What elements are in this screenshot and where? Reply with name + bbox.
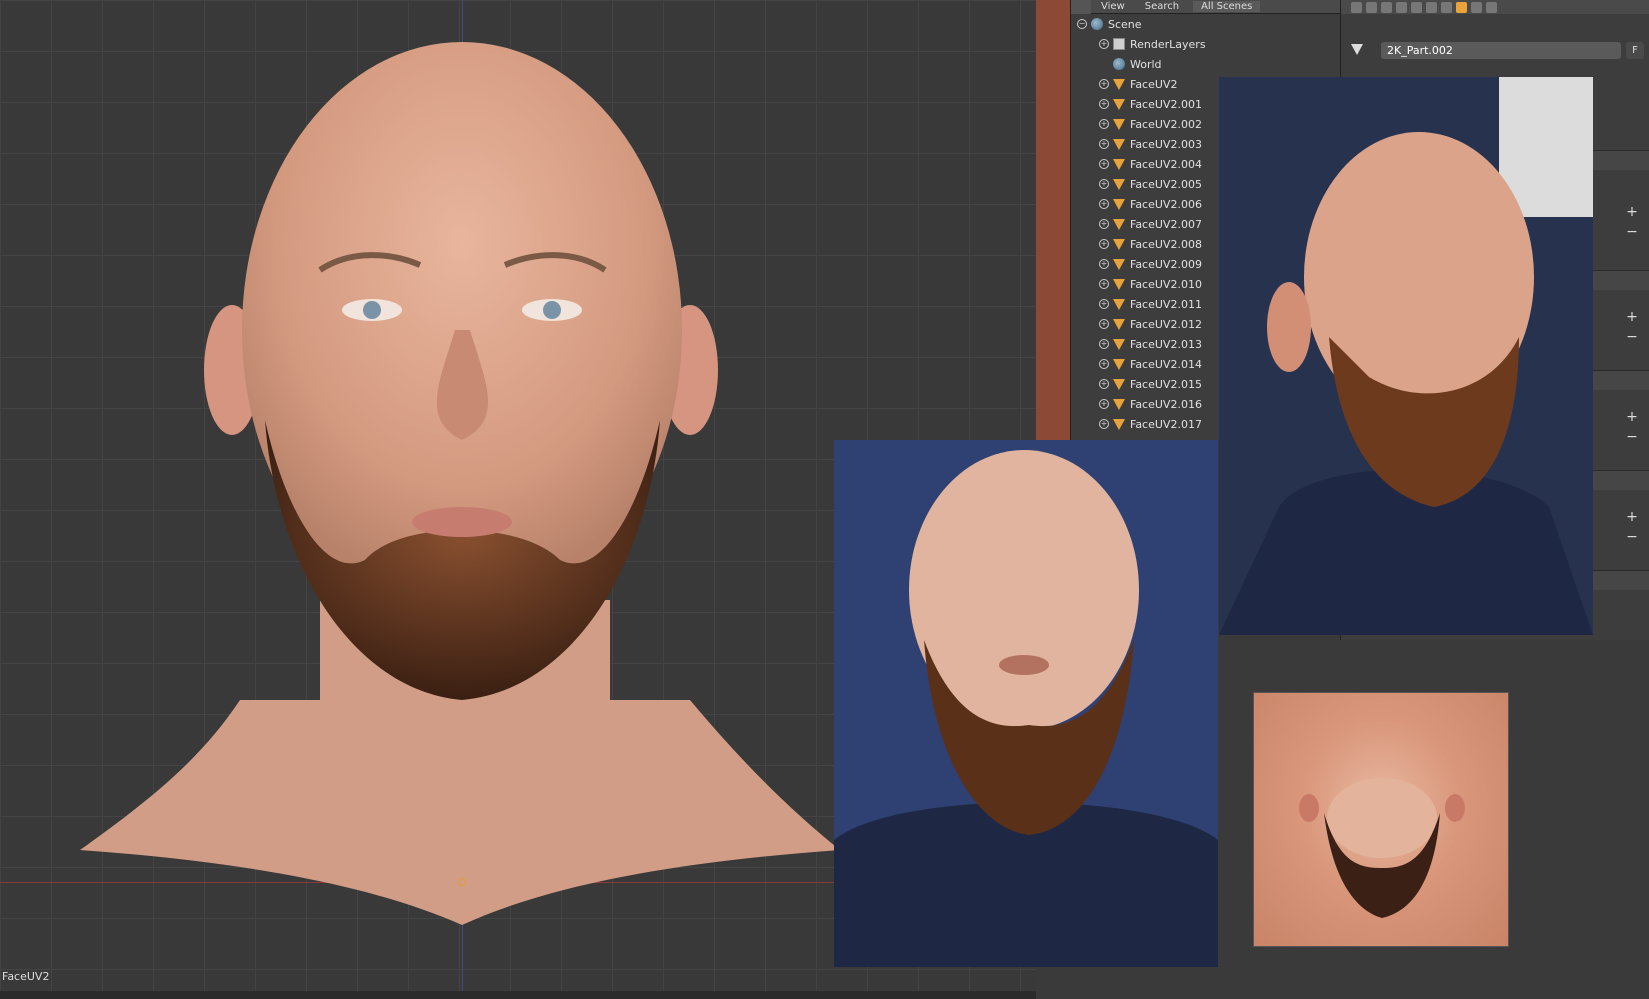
menu-search[interactable]: Search (1135, 1, 1189, 12)
properties-tabs (1341, 0, 1649, 14)
reference-photo-front (834, 440, 1218, 967)
world-icon (1113, 58, 1125, 70)
expand-icon[interactable]: + (1099, 79, 1109, 89)
mesh-data-icon (1351, 44, 1363, 55)
uv-texture-preview (1253, 692, 1509, 947)
mesh-object-icon (1113, 158, 1125, 170)
mesh-object-icon (1113, 278, 1125, 290)
expand-icon[interactable]: + (1099, 199, 1109, 209)
add-icon[interactable]: + (1625, 205, 1639, 219)
renderlayers-icon (1113, 38, 1125, 50)
expand-icon[interactable]: + (1099, 159, 1109, 169)
object-label: FaceUV2.002 (1130, 117, 1202, 131)
add-icon[interactable]: + (1625, 510, 1639, 524)
constraints-tab-icon[interactable] (1426, 1, 1437, 13)
object-label: FaceUV2.009 (1130, 257, 1202, 271)
mesh-name-field[interactable]: 2K_Part.002 (1381, 42, 1621, 59)
display-mode-dropdown[interactable]: All Scenes (1193, 1, 1261, 12)
object-label: FaceUV2.008 (1130, 237, 1202, 251)
menu-view[interactable]: View (1091, 1, 1135, 12)
fake-user-button[interactable]: F (1626, 42, 1644, 59)
object-label: FaceUV2.012 (1130, 317, 1202, 331)
object-label: FaceUV2.004 (1130, 157, 1202, 171)
renderlayers-label: RenderLayers (1130, 37, 1206, 51)
expand-icon[interactable]: + (1099, 259, 1109, 269)
object-label: FaceUV2.001 (1130, 97, 1202, 111)
material-tab-icon[interactable] (1471, 1, 1482, 13)
mesh-object-icon (1113, 398, 1125, 410)
world-tab-icon[interactable] (1396, 1, 1407, 13)
viewport-header-bar[interactable] (0, 991, 1036, 999)
object-label: FaceUV2.005 (1130, 177, 1202, 191)
expand-icon[interactable]: + (1099, 359, 1109, 369)
scene-icon (1091, 18, 1103, 30)
collapse-icon[interactable]: − (1077, 19, 1087, 29)
mesh-object-icon (1113, 358, 1125, 370)
object-label: FaceUV2.006 (1130, 197, 1202, 211)
mesh-object-icon (1113, 338, 1125, 350)
add-icon[interactable]: + (1625, 410, 1639, 424)
expand-icon[interactable]: + (1099, 419, 1109, 429)
mesh-object-icon (1113, 98, 1125, 110)
world-label: World (1130, 57, 1162, 71)
expand-icon[interactable]: + (1099, 239, 1109, 249)
reference-photo-side (1219, 77, 1593, 635)
outliner-header: View Search All Scenes (1071, 0, 1340, 14)
tree-row-world[interactable]: World (1071, 54, 1340, 74)
scene-label: Scene (1108, 17, 1142, 31)
object-label: FaceUV2.010 (1130, 277, 1202, 291)
mesh-object-icon (1113, 218, 1125, 230)
remove-icon[interactable]: − (1625, 330, 1639, 344)
object-label: FaceUV2 (1130, 77, 1178, 91)
object-label: FaceUV2.007 (1130, 217, 1202, 231)
expand-icon[interactable]: + (1099, 219, 1109, 229)
viewport-object-label: FaceUV2 (2, 970, 50, 983)
expand-icon[interactable]: + (1099, 399, 1109, 409)
object-label: FaceUV2.014 (1130, 357, 1202, 371)
expand-icon[interactable]: + (1099, 379, 1109, 389)
expand-icon[interactable]: + (1099, 99, 1109, 109)
mesh-object-icon (1113, 198, 1125, 210)
expand-icon[interactable]: + (1099, 279, 1109, 289)
tree-row-renderlayers[interactable]: + RenderLayers (1071, 34, 1340, 54)
expand-icon[interactable]: + (1099, 319, 1109, 329)
mesh-object-icon (1113, 258, 1125, 270)
object-label: FaceUV2.013 (1130, 337, 1202, 351)
mesh-object-icon (1113, 318, 1125, 330)
object-origin-marker[interactable] (458, 878, 466, 886)
expand-icon[interactable]: + (1099, 339, 1109, 349)
object-tab-icon[interactable] (1411, 1, 1422, 13)
mesh-object-icon (1113, 298, 1125, 310)
layers-tab-icon[interactable] (1366, 1, 1377, 13)
editor-type-icon[interactable] (1071, 0, 1091, 14)
mesh-object-icon (1113, 178, 1125, 190)
mesh-object-icon (1113, 238, 1125, 250)
expand-icon[interactable]: + (1099, 139, 1109, 149)
mesh-object-icon (1113, 418, 1125, 430)
mesh-object-icon (1113, 378, 1125, 390)
data-tab-icon[interactable] (1456, 1, 1467, 13)
modifiers-tab-icon[interactable] (1441, 1, 1452, 13)
remove-icon[interactable]: − (1625, 430, 1639, 444)
expand-icon[interactable]: + (1099, 39, 1109, 49)
object-label: FaceUV2.011 (1130, 297, 1202, 311)
add-icon[interactable]: + (1625, 310, 1639, 324)
remove-icon[interactable]: − (1625, 225, 1639, 239)
object-label: FaceUV2.015 (1130, 377, 1202, 391)
texture-tab-icon[interactable] (1486, 1, 1497, 13)
render-tab-icon[interactable] (1351, 1, 1362, 13)
object-label: FaceUV2.003 (1130, 137, 1202, 151)
expand-icon[interactable]: + (1099, 119, 1109, 129)
mesh-object-icon (1113, 78, 1125, 90)
image-editor-strip (1036, 0, 1070, 440)
scene-tab-icon[interactable] (1381, 1, 1392, 13)
object-label: FaceUV2.017 (1130, 417, 1202, 431)
expand-icon[interactable]: + (1099, 299, 1109, 309)
object-label: FaceUV2.016 (1130, 397, 1202, 411)
remove-icon[interactable]: − (1625, 530, 1639, 544)
mesh-object-icon (1113, 138, 1125, 150)
tree-row-scene[interactable]: − Scene (1071, 14, 1340, 34)
expand-icon[interactable]: + (1099, 179, 1109, 189)
mesh-object-icon (1113, 118, 1125, 130)
